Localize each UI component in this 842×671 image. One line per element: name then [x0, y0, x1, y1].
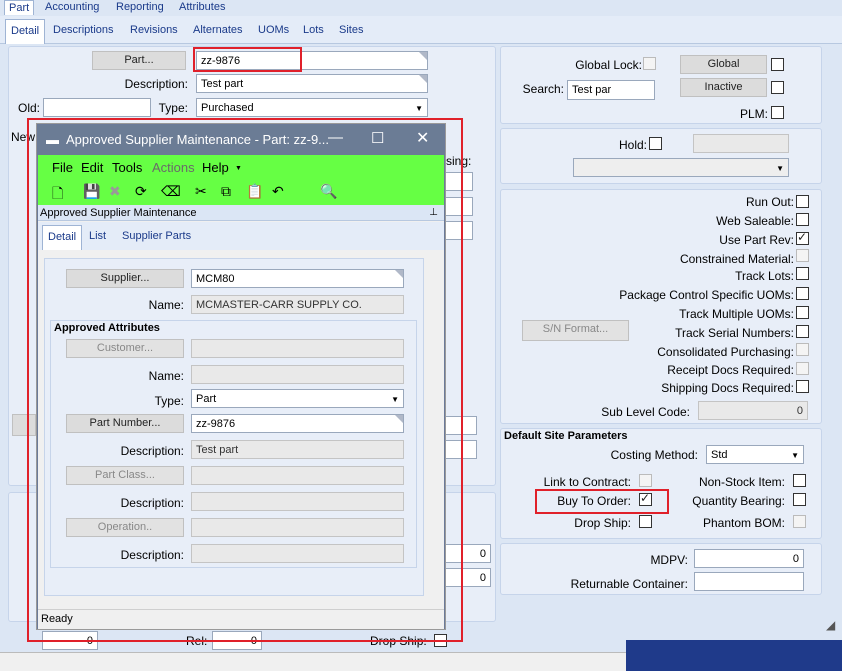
subtab-revisions[interactable]: Revisions — [130, 24, 178, 36]
track-lots-checkbox[interactable] — [796, 267, 809, 280]
returnable-container-field[interactable] — [694, 572, 804, 591]
hold-reason-field[interactable] — [693, 134, 789, 153]
tab-reporting[interactable]: Reporting — [116, 0, 164, 15]
subtab-sites[interactable]: Sites — [339, 24, 363, 36]
bottom-strip — [0, 652, 626, 671]
tab-part[interactable]: Part — [4, 0, 35, 15]
description-label: Description: — [124, 77, 188, 91]
run-out-label: Run Out: — [745, 195, 794, 209]
subtab-detail[interactable]: Detail — [5, 19, 46, 44]
track-multiple-uoms-checkbox[interactable] — [796, 306, 809, 319]
plm-label: PLM: — [739, 107, 768, 121]
old-label: Old: — [17, 101, 40, 115]
global-lock-checkbox[interactable] — [643, 57, 656, 70]
dialog-highlight-box — [27, 118, 463, 642]
part-button[interactable]: Part... — [92, 51, 186, 70]
package-control-checkbox[interactable] — [796, 287, 809, 300]
sub-tab-bar: Detail Descriptions Revisions Alternates… — [0, 16, 842, 44]
costing-method-dropdown[interactable]: Std ▼ — [706, 445, 804, 464]
type-dropdown[interactable]: Purchased ▼ — [196, 98, 428, 117]
returnable-container-label: Returnable Container: — [570, 577, 688, 591]
consolidated-purchasing-checkbox[interactable] — [796, 343, 809, 356]
default-site-title: Default Site Parameters — [504, 430, 628, 442]
search-field[interactable]: Test par — [567, 80, 655, 100]
top-tab-bar: Part Accounting Reporting Attributes — [0, 0, 842, 15]
track-serial-numbers-checkbox[interactable] — [796, 325, 809, 338]
drop-ship-checkbox[interactable] — [639, 515, 652, 528]
taskbar-fragment — [626, 640, 842, 671]
global-button[interactable]: Global — [680, 55, 767, 74]
link-to-contract-checkbox[interactable] — [639, 474, 652, 487]
run-out-checkbox[interactable] — [796, 195, 809, 208]
receipt-docs-label: Receipt Docs Required: — [667, 363, 794, 377]
resize-grip-icon[interactable]: ◢ — [826, 618, 835, 632]
tab-accounting[interactable]: Accounting — [45, 0, 99, 15]
plm-checkbox[interactable] — [771, 106, 784, 119]
inactive-button[interactable]: Inactive — [680, 78, 767, 97]
receipt-docs-checkbox[interactable] — [796, 362, 809, 375]
type-value: Purchased — [201, 102, 254, 114]
web-saleable-checkbox[interactable] — [796, 213, 809, 226]
global-lock-label: Global Lock: — [575, 58, 642, 72]
track-lots-label: Track Lots: — [735, 269, 794, 283]
global-checkbox[interactable] — [771, 58, 784, 71]
quantity-bearing-label: Quantity Bearing: — [692, 494, 785, 508]
sub-level-code-field[interactable]: 0 — [698, 401, 808, 420]
inactive-checkbox[interactable] — [771, 81, 784, 94]
part-highlight-box — [193, 47, 302, 72]
package-control-label: Package Control Specific UOMs: — [619, 288, 794, 302]
shipping-docs-checkbox[interactable] — [796, 380, 809, 393]
quantity-bearing-checkbox[interactable] — [793, 493, 806, 506]
costing-method-label: Costing Method: — [610, 448, 698, 462]
old-field[interactable] — [43, 98, 151, 117]
description-field[interactable]: Test part — [196, 74, 428, 93]
link-to-contract-label: Link to Contract: — [543, 475, 631, 489]
non-stock-item-label: Non-Stock Item: — [698, 475, 785, 489]
phantom-bom-label: Phantom BOM: — [702, 516, 785, 530]
buy-to-order-highlight-box — [535, 489, 669, 514]
drop-ship-label: Drop Ship: — [574, 516, 631, 530]
track-multiple-uoms-label: Track Multiple UOMs: — [679, 307, 794, 321]
phantom-bom-checkbox[interactable] — [793, 515, 806, 528]
subtab-descriptions[interactable]: Descriptions — [53, 24, 114, 36]
chevron-down-icon: ▼ — [776, 164, 784, 173]
consolidated-purchasing-label: Consolidated Purchasing: — [657, 345, 794, 359]
hold-dropdown[interactable]: ▼ — [573, 158, 789, 177]
mdpv-label: MDPV: — [650, 553, 688, 567]
type-label: Type: — [158, 101, 188, 115]
use-part-rev-label: Use Part Rev: — [719, 233, 794, 247]
use-part-rev-checkbox[interactable] — [796, 230, 809, 245]
tab-attributes[interactable]: Attributes — [179, 0, 225, 15]
hold-label: Hold: — [618, 138, 647, 152]
search-label: Search: — [522, 82, 564, 96]
web-saleable-label: Web Saleable: — [716, 214, 794, 228]
mdpv-field[interactable]: 0 — [694, 549, 804, 568]
sub-level-code-label: Sub Level Code: — [601, 405, 690, 419]
track-serial-numbers-label: Track Serial Numbers: — [675, 326, 794, 340]
sn-format-button[interactable]: S/N Format... — [522, 320, 629, 341]
subtab-alternates[interactable]: Alternates — [193, 24, 243, 36]
chevron-down-icon: ▼ — [415, 104, 423, 113]
shipping-docs-label: Shipping Docs Required: — [661, 381, 794, 395]
constrained-material-label: Constrained Material: — [679, 252, 794, 266]
constrained-material-checkbox[interactable] — [796, 249, 809, 262]
costing-method-value: Std — [711, 449, 728, 461]
chevron-down-icon: ▼ — [791, 451, 799, 460]
subtab-uoms[interactable]: UOMs — [258, 24, 289, 36]
hold-checkbox[interactable] — [649, 137, 662, 150]
non-stock-item-checkbox[interactable] — [793, 474, 806, 487]
subtab-lots[interactable]: Lots — [303, 24, 324, 36]
